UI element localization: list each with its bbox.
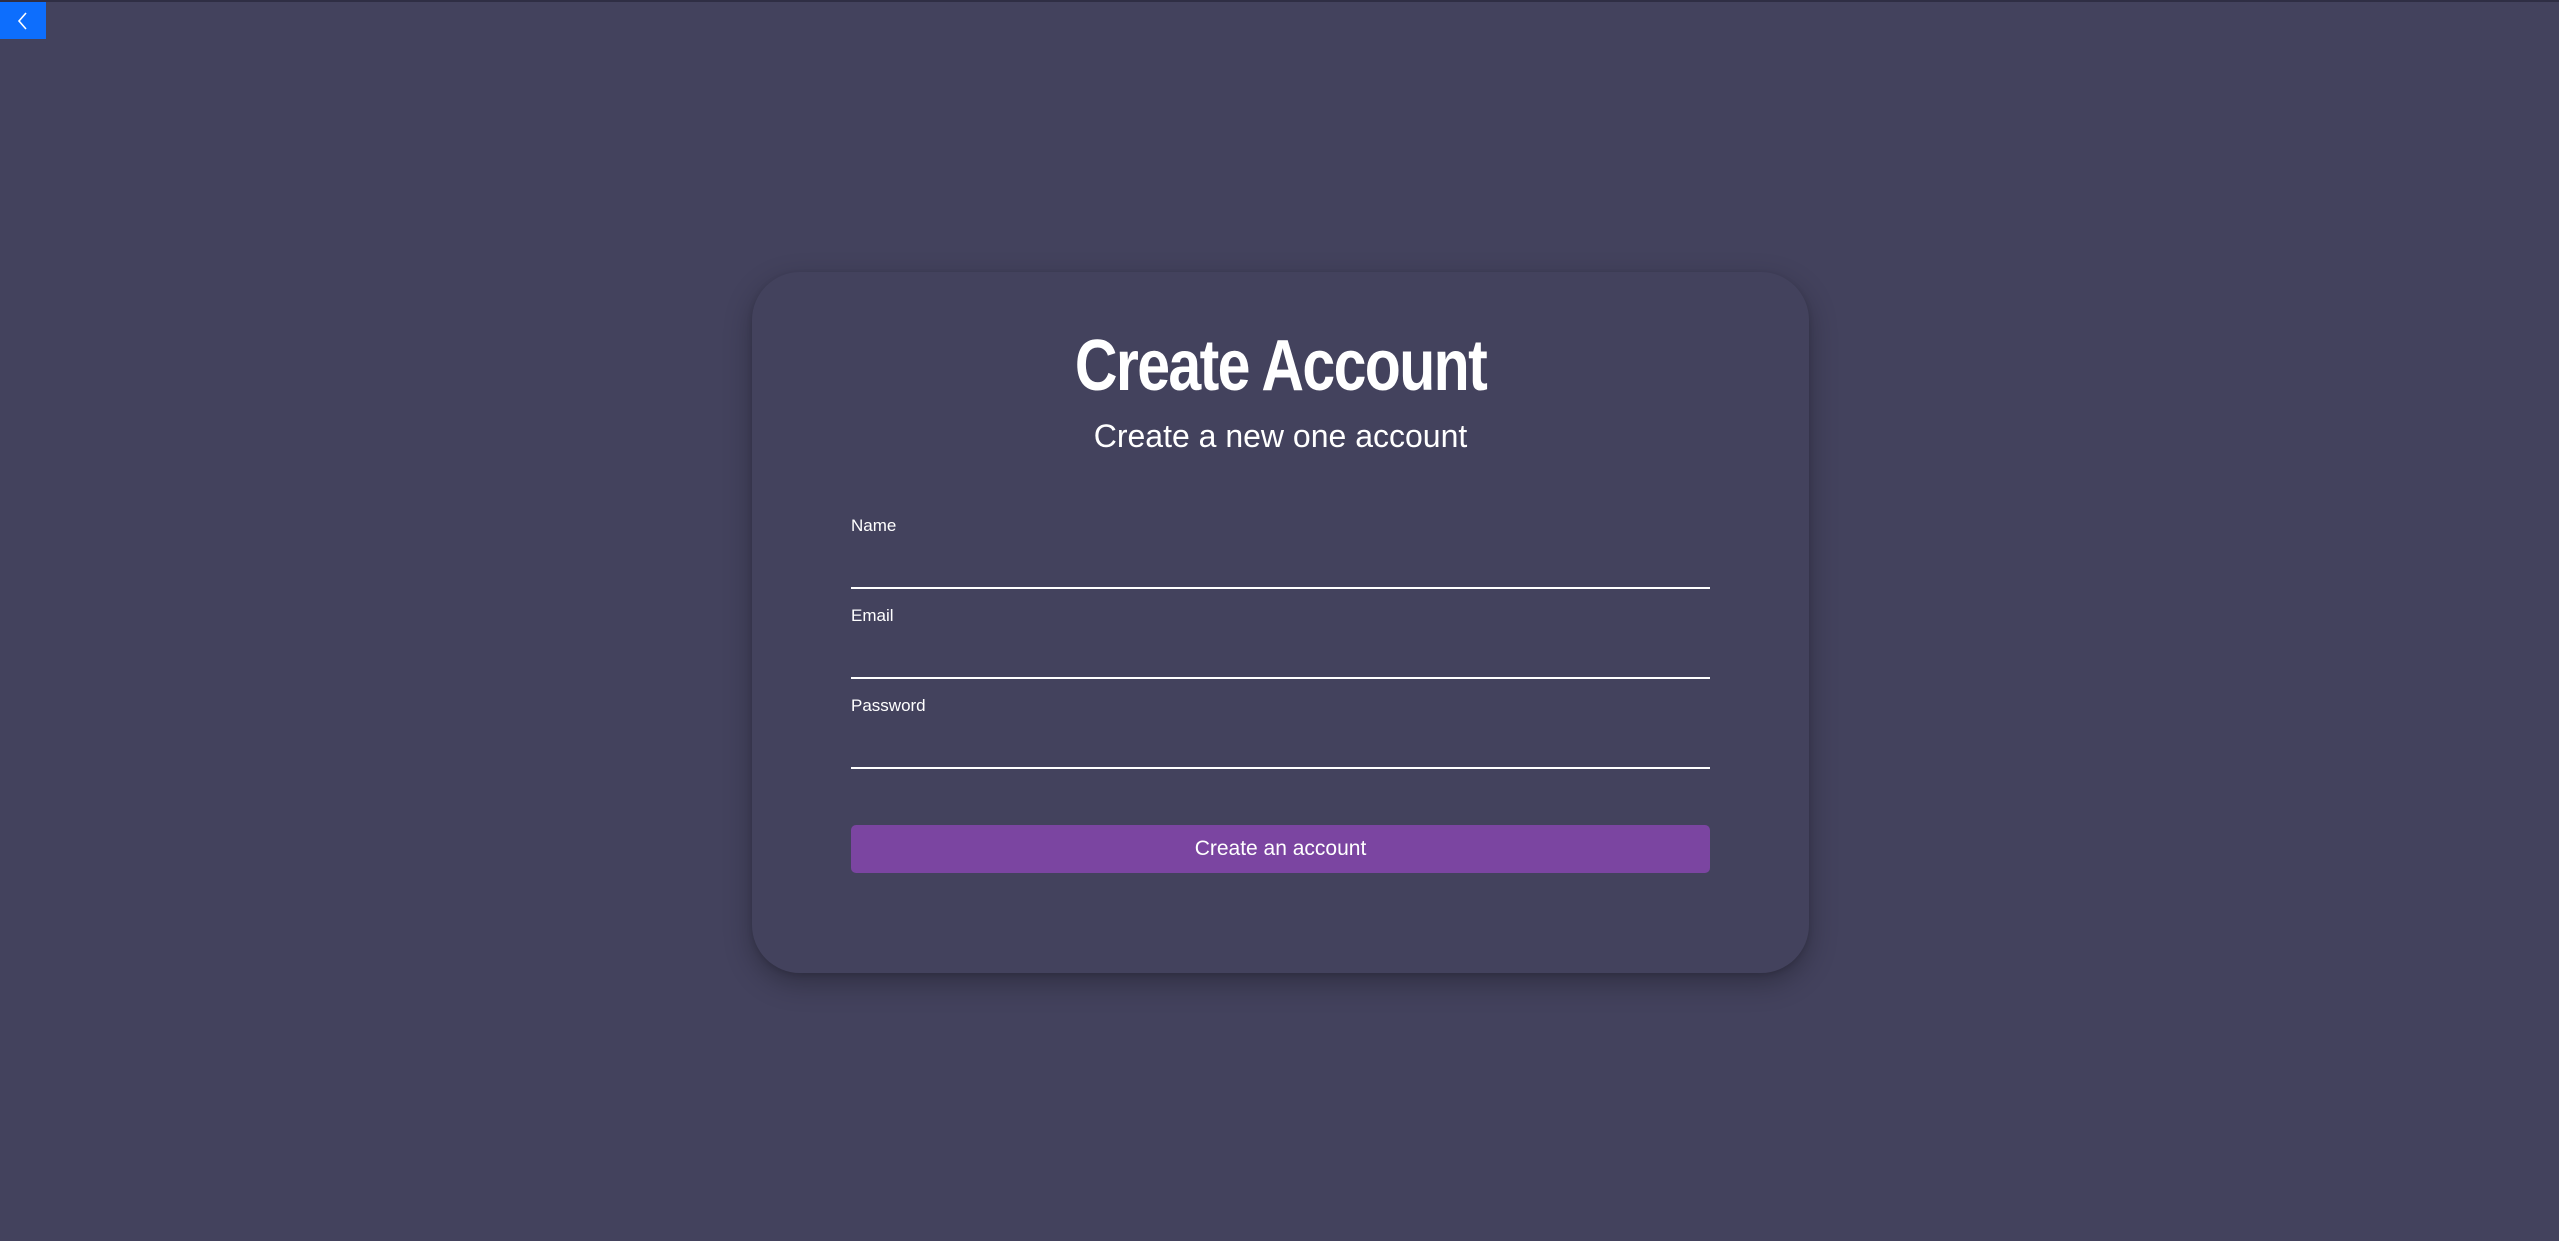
name-label: Name [851,516,897,535]
email-field: Email [851,607,1710,679]
email-label: Email [851,606,894,625]
chevron-left-icon [15,11,31,31]
name-input[interactable] [851,543,1710,589]
name-field: Name [851,517,1710,589]
email-input[interactable] [851,633,1710,679]
page-title: Create Account [1074,326,1488,406]
password-label: Password [851,696,926,715]
page-subtitle: Create a new one account [1093,418,1468,454]
create-account-button[interactable]: Create an account [851,825,1710,873]
password-input[interactable] [851,723,1710,769]
top-border [0,0,2559,2]
signup-card: Create Account Create a new one account … [752,272,1809,973]
password-field: Password [851,697,1710,769]
back-button[interactable] [0,2,46,39]
